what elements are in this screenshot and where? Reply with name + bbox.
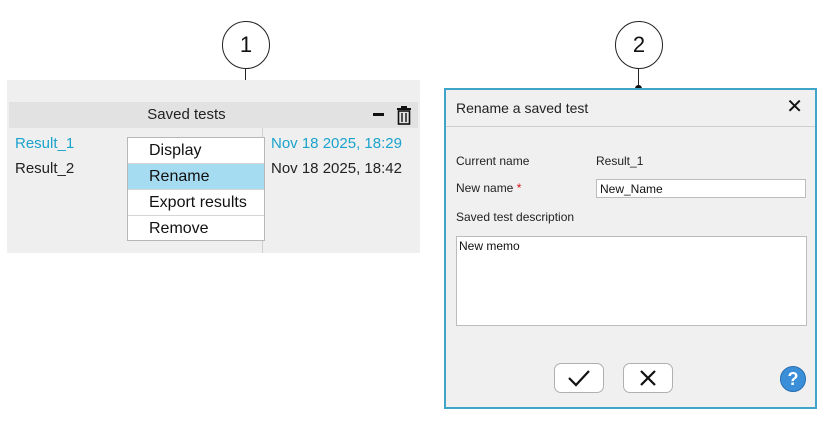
saved-tests-header: Saved tests (9, 102, 418, 128)
new-name-label-wrap: New name * (456, 181, 521, 195)
confirm-button[interactable] (554, 363, 604, 393)
rename-dialog: Rename a saved test ✕ Current name Resul… (444, 88, 817, 409)
callout-1: 1 (222, 21, 270, 69)
help-icon[interactable]: ? (780, 366, 806, 392)
trash-icon[interactable] (396, 106, 412, 125)
callout-1-number: 1 (239, 32, 253, 57)
menu-item-rename[interactable]: Rename (128, 164, 264, 190)
result-row-1-name[interactable]: Result_1 (15, 135, 74, 152)
menu-item-remove[interactable]: Remove (128, 216, 264, 242)
saved-tests-title: Saved tests (147, 106, 226, 123)
current-name-label: Current name (456, 154, 530, 168)
cross-icon (640, 370, 656, 386)
cancel-button[interactable] (623, 363, 673, 393)
new-name-input[interactable] (596, 179, 806, 198)
checkmark-icon (568, 370, 590, 387)
collapse-icon[interactable] (373, 113, 384, 116)
required-mark: * (516, 181, 522, 195)
description-label: Saved test description (456, 210, 575, 224)
description-textarea[interactable]: New memo (456, 236, 807, 326)
close-icon[interactable]: ✕ (786, 90, 803, 124)
new-name-label: New name (456, 181, 514, 195)
menu-item-export-results[interactable]: Export results (128, 190, 264, 216)
result-row-2-date[interactable]: Nov 18 2025, 18:42 (271, 160, 402, 177)
result-row-2-name[interactable]: Result_2 (15, 160, 74, 177)
current-name-value: Result_1 (596, 154, 644, 168)
context-menu: Display Rename Export results Remove (127, 137, 265, 241)
menu-item-display[interactable]: Display (128, 138, 264, 164)
result-row-1-date[interactable]: Nov 18 2025, 18:29 (271, 135, 402, 152)
callout-2: 2 (615, 21, 663, 69)
dialog-titlebar: Rename a saved test ✕ (446, 90, 815, 127)
dialog-title: Rename a saved test (456, 100, 589, 116)
callout-2-number: 2 (632, 32, 646, 57)
